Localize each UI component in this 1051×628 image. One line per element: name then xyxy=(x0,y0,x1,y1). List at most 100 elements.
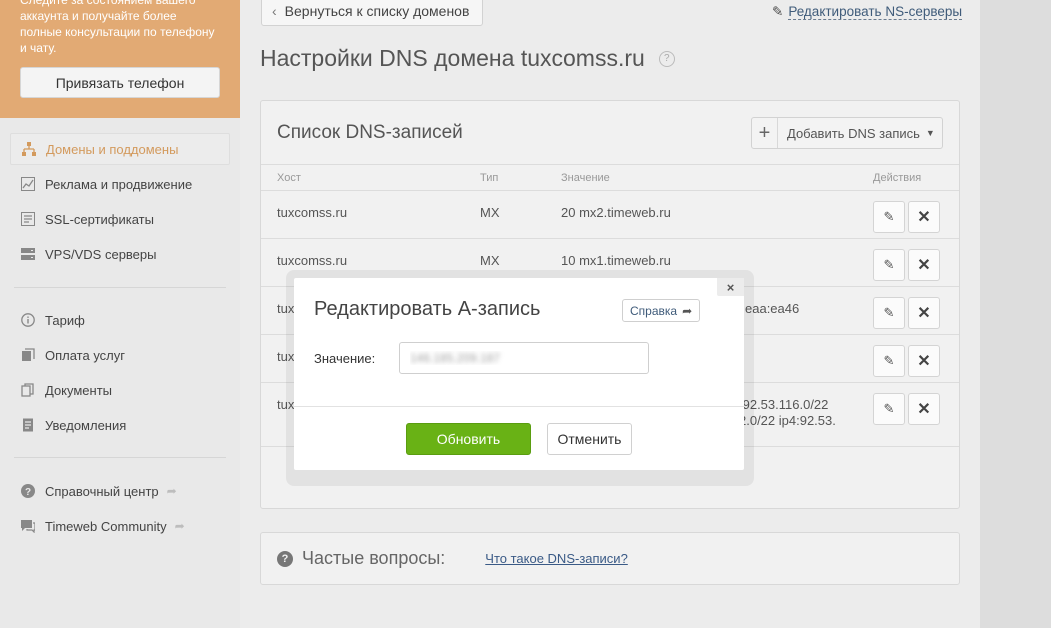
sidebar-item-label: Тариф xyxy=(45,312,85,328)
table-header: Хост Тип Значение Действия xyxy=(261,164,959,191)
cancel-button[interactable]: Отменить xyxy=(547,423,632,455)
chart-icon xyxy=(20,176,36,192)
payment-icon xyxy=(20,347,36,363)
row-type: MX xyxy=(480,205,500,220)
column-type: Тип xyxy=(480,172,499,184)
add-dns-label: Добавить DNS запись xyxy=(787,125,920,141)
sidebar-item-label: Уведомления xyxy=(45,417,127,433)
external-link-icon: ➦ xyxy=(166,484,177,498)
nav-divider xyxy=(14,287,226,288)
page-title-text: Настройки DNS домена tuxcomss.ru xyxy=(260,45,645,71)
help-button[interactable]: Справка ➦ xyxy=(622,299,700,322)
sidebar-item-tariff[interactable]: Тариф xyxy=(10,304,230,336)
edit-record-button[interactable]: ✎ xyxy=(873,249,905,281)
sidebar-item-label: Реклама и продвижение xyxy=(45,176,193,192)
row-value: 10 mx1.timeweb.ru xyxy=(561,253,671,268)
row-value: 20 mx2.timeweb.ru xyxy=(561,205,671,220)
faq-title: Частые вопросы: xyxy=(302,548,446,568)
promo-text: Следите за состоянием вашего аккаунта и … xyxy=(20,0,215,55)
pencil-icon: ✎ xyxy=(883,209,895,224)
info-icon xyxy=(20,312,36,328)
edit-a-record-dialog: × Редактировать А-запись Справка ➦ Значе… xyxy=(294,278,744,470)
sidebar-item-community[interactable]: Timeweb Community ➦ xyxy=(10,510,230,542)
close-dialog-button[interactable]: × xyxy=(717,278,744,296)
update-button[interactable]: Обновить xyxy=(406,423,531,455)
sidebar-item-label: VPS/VDS серверы xyxy=(45,246,157,262)
sidebar-item-documents[interactable]: Документы xyxy=(10,374,230,406)
page-title: Настройки DNS домена tuxcomss.ru ? xyxy=(260,45,675,72)
sidebar-item-notifications[interactable]: Уведомления xyxy=(10,409,230,441)
pencil-icon: ✎ xyxy=(883,401,895,416)
plus-icon: + xyxy=(752,118,778,148)
sidebar-item-ssl[interactable]: SSL-сертификаты xyxy=(10,203,230,235)
sidebar: Следите за состоянием вашего аккаунта и … xyxy=(0,0,240,628)
help-icon: ? xyxy=(20,483,36,499)
table-row: tuxcomss.ru MX 20 mx2.timeweb.ru ✎ ✕ xyxy=(261,191,959,239)
edit-record-button[interactable]: ✎ xyxy=(873,201,905,233)
sidebar-item-payment[interactable]: Оплата услуг xyxy=(10,339,230,371)
question-icon[interactable]: ? xyxy=(658,50,675,67)
edit-ns-label: Редактировать NS-серверы xyxy=(788,4,963,20)
faq-link[interactable]: Что такое DNS-записи? xyxy=(485,551,628,566)
nav-divider xyxy=(14,457,226,458)
faq-panel: ? Частые вопросы: Что такое DNS-записи? xyxy=(260,532,960,585)
delete-record-button[interactable]: ✕ xyxy=(908,297,940,329)
delete-record-button[interactable]: ✕ xyxy=(908,393,940,425)
close-icon: ✕ xyxy=(917,257,931,274)
certificate-icon xyxy=(20,211,36,227)
delete-record-button[interactable]: ✕ xyxy=(908,345,940,377)
dns-list-title: Список DNS-записей xyxy=(277,122,463,143)
column-value: Значение xyxy=(561,172,610,184)
sidebar-item-label: SSL-сертификаты xyxy=(45,211,154,227)
server-icon xyxy=(20,246,36,262)
column-host: Хост xyxy=(277,172,301,184)
row-host: tuxcomss.ru xyxy=(277,205,348,220)
chat-icon xyxy=(20,518,36,534)
arrow-left-icon: ‹ xyxy=(272,3,277,19)
sidebar-item-ads[interactable]: Реклама и продвижение xyxy=(10,168,230,200)
edit-record-button[interactable]: ✎ xyxy=(873,345,905,377)
sidebar-item-label: Документы xyxy=(45,382,113,398)
edit-record-button[interactable]: ✎ xyxy=(873,393,905,425)
row-host: tuxcomss.ru xyxy=(277,253,348,268)
sidebar-item-help-center[interactable]: ? Справочный центр ➦ xyxy=(10,475,230,507)
close-icon: ✕ xyxy=(917,305,931,322)
bind-phone-button[interactable]: Привязать телефон xyxy=(20,67,220,98)
notification-icon xyxy=(20,417,36,433)
edit-ns-servers-link[interactable]: ✎ Редактировать NS-серверы xyxy=(772,4,963,20)
page-background-strip xyxy=(980,0,1051,628)
column-actions: Действия xyxy=(873,172,922,184)
close-icon: ✕ xyxy=(917,401,931,418)
dialog-title: Редактировать А-запись xyxy=(314,298,541,320)
delete-record-button[interactable]: ✕ xyxy=(908,249,940,281)
back-to-domains-button[interactable]: ‹ Вернуться к списку доменов xyxy=(261,0,483,26)
pencil-icon: ✎ xyxy=(883,257,895,272)
sidebar-item-vps[interactable]: VPS/VDS серверы xyxy=(10,238,230,270)
edit-record-button[interactable]: ✎ xyxy=(873,297,905,329)
sidebar-item-domains[interactable]: Домены и поддомены xyxy=(10,133,230,165)
pencil-icon: ✎ xyxy=(883,305,895,320)
external-link-icon: ➦ xyxy=(174,519,185,533)
pencil-icon: ✎ xyxy=(883,353,895,368)
row-type: MX xyxy=(480,253,500,268)
add-dns-record-button[interactable]: + Добавить DNS запись ▼ xyxy=(751,117,943,149)
close-icon: × xyxy=(726,279,735,295)
caret-down-icon: ▼ xyxy=(925,128,935,138)
phone-promo: Следите за состоянием вашего аккаунта и … xyxy=(0,0,240,118)
dialog-divider xyxy=(294,406,744,407)
sitemap-icon xyxy=(21,141,37,157)
help-label: Справка xyxy=(630,303,678,318)
svg-text:?: ? xyxy=(25,487,31,498)
value-input[interactable] xyxy=(399,342,649,374)
sidebar-item-label: Справочный центр xyxy=(45,483,159,499)
close-icon: ✕ xyxy=(917,353,931,370)
question-icon: ? xyxy=(277,550,293,567)
pencil-icon: ✎ xyxy=(772,4,784,19)
documents-icon xyxy=(20,382,36,398)
sidebar-item-label: Timeweb Community xyxy=(45,518,167,534)
delete-record-button[interactable]: ✕ xyxy=(908,201,940,233)
sidebar-item-label: Оплата услуг xyxy=(45,347,126,363)
back-label: Вернуться к списку доменов xyxy=(284,3,470,19)
sidebar-item-label: Домены и поддомены xyxy=(46,141,179,157)
forward-arrow-icon: ➦ xyxy=(682,303,693,318)
